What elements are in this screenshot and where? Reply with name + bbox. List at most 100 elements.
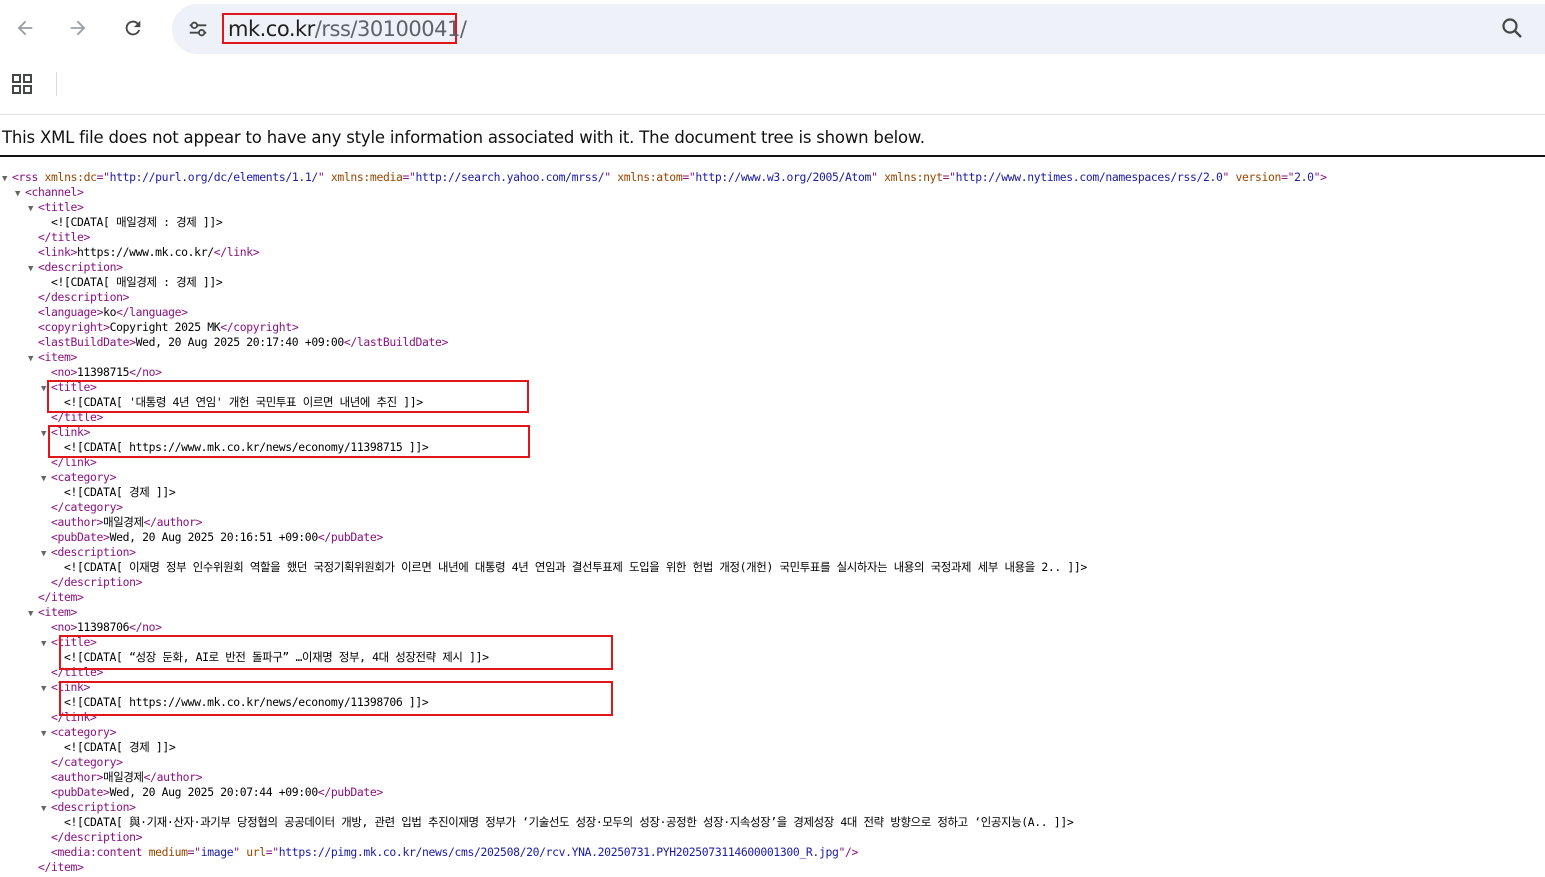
xml-line: </category>: [41, 755, 123, 770]
xml-tag: <author>: [51, 515, 104, 529]
xml-tag: <description>: [51, 545, 136, 559]
bookmarks-separator: [56, 72, 57, 96]
collapse-triangle-icon[interactable]: ▼: [28, 202, 38, 217]
xml-line: ▼ <category>: [41, 725, 116, 740]
xml-line: <![CDATA[ 매일경제 : 경제 ]]>: [41, 215, 223, 230]
xml-line: <![CDATA[ https://www.mk.co.kr/news/econ…: [54, 695, 429, 710]
xml-txt: <![CDATA[ 매일경제 : 경제 ]]>: [51, 215, 223, 229]
xml-aval: https://pimg.mk.co.kr/news/cms/202508/20…: [278, 845, 839, 859]
xml-txt: <![CDATA[ 경제 ]]>: [64, 740, 176, 754]
xml-tag: <category>: [51, 470, 117, 484]
xml-style-notice: This XML file does not appear to have an…: [2, 128, 925, 147]
collapse-triangle-icon[interactable]: ▼: [41, 727, 51, 742]
xml-tag: <media:content: [51, 845, 149, 859]
xml-aval: http://purl.org/dc/elements/1.1/: [109, 170, 319, 184]
collapse-triangle-icon[interactable]: ▼: [2, 172, 12, 187]
back-arrow-icon: [17, 20, 33, 36]
xml-line: <author>매일경제</author>: [41, 770, 203, 785]
xml-line: </item>: [28, 860, 84, 875]
collapse-triangle-icon[interactable]: ▼: [28, 352, 38, 367]
xml-line: </link>: [41, 710, 97, 725]
xml-line: ▼ <description>: [28, 260, 123, 275]
xml-line: ▼ <title>: [41, 635, 97, 650]
xml-aval: http://search.yahoo.com/mrss/: [415, 170, 605, 184]
collapse-triangle-icon[interactable]: ▼: [15, 187, 25, 202]
xml-line: <no>11398706</no>: [41, 620, 162, 635]
search-icon: [1502, 18, 1522, 38]
site-info-button[interactable]: [182, 13, 214, 45]
xml-line: <pubDate>Wed, 20 Aug 2025 20:16:51 +09:0…: [41, 530, 383, 545]
collapse-triangle-icon[interactable]: ▼: [41, 472, 51, 487]
xml-line: <author>매일경제</author>: [41, 515, 203, 530]
xml-line: ▼ <item>: [28, 605, 77, 620]
xml-txt: <![CDATA[ https://www.mk.co.kr/news/econ…: [64, 695, 429, 709]
xml-line: ▼ <channel>: [15, 185, 84, 200]
xml-tag: </pubDate>: [317, 530, 383, 544]
xml-tag: ">: [1313, 170, 1327, 184]
collapse-triangle-icon[interactable]: ▼: [41, 547, 51, 562]
xml-tag: =": [265, 845, 279, 859]
xml-aval: 2.0: [1294, 170, 1314, 184]
xml-tag: <author>: [51, 770, 104, 784]
xml-tag: </author>: [143, 515, 203, 529]
url-host: mk.co.kr: [228, 16, 315, 41]
xml-tag: </title>: [38, 230, 91, 244]
xml-line: </category>: [41, 500, 123, 515]
xml-txt: <![CDATA[ “성장 둔화, AI로 반전 돌파구” …이재명 정부, 4…: [64, 650, 489, 664]
xml-line: ▼ <description>: [41, 545, 136, 560]
xml-txt: <![CDATA[ '대통령 4년 연임' 개헌 국민투표 이르면 내년에 추진…: [64, 395, 423, 409]
xml-tag: =": [1281, 170, 1295, 184]
xml-tag: <title>: [38, 200, 84, 214]
xml-tag: </description>: [38, 290, 130, 304]
xml-line: <![CDATA[ 이재명 정부 인수위원회 역할을 했던 국정기획위원회가 이…: [54, 560, 1087, 575]
xml-tag: </language>: [116, 305, 188, 319]
xml-tag: </category>: [51, 500, 123, 514]
collapse-triangle-icon[interactable]: ▼: [41, 637, 51, 652]
forward-button[interactable]: [62, 12, 94, 44]
xml-line: <media:content medium="image" url="https…: [41, 845, 858, 860]
xml-tag: ": [604, 170, 618, 184]
xml-line: <copyright>Copyright 2025 MK</copyright>: [28, 320, 299, 335]
collapse-triangle-icon[interactable]: ▼: [28, 607, 38, 622]
tune-icon: [189, 21, 207, 37]
xml-tag: ": [871, 170, 885, 184]
xml-tag: ": [317, 170, 331, 184]
xml-tag: <language>: [38, 305, 104, 319]
xml-tag: <link>: [51, 680, 91, 694]
xml-line: <link>https://www.mk.co.kr/</link>: [28, 245, 260, 260]
xml-tag: </link>: [213, 245, 260, 259]
apps-button[interactable]: [8, 70, 36, 98]
xml-txt: Copyright 2025 MK: [109, 320, 221, 334]
xml-tag: =": [402, 170, 416, 184]
reload-button[interactable]: [117, 12, 149, 44]
xml-tag: <pubDate>: [51, 530, 110, 544]
xml-tag: <link>: [51, 425, 91, 439]
collapse-triangle-icon[interactable]: ▼: [41, 802, 51, 817]
collapse-triangle-icon[interactable]: ▼: [41, 427, 51, 442]
collapse-triangle-icon[interactable]: ▼: [41, 382, 51, 397]
search-button[interactable]: [1496, 12, 1528, 44]
xml-line: <no>11398715</no>: [41, 365, 162, 380]
browser-toolbar: mk.co.kr/rss/30100041/: [0, 0, 1545, 58]
xml-txt: ko: [103, 305, 117, 319]
xml-txt: Wed, 20 Aug 2025 20:07:44 +09:00: [109, 785, 319, 799]
xml-tag: =": [682, 170, 696, 184]
xml-txt: 11398706: [77, 620, 130, 634]
xml-line: </link>: [41, 455, 97, 470]
xml-tag: </description>: [51, 830, 143, 844]
xml-tag: <item>: [38, 605, 78, 619]
xml-line: <![CDATA[ 경제 ]]>: [54, 485, 176, 500]
back-button[interactable]: [9, 12, 41, 44]
xml-tag: </link>: [51, 710, 97, 724]
xml-tag: </link>: [51, 455, 97, 469]
address-bar-url[interactable]: mk.co.kr/rss/30100041/: [222, 13, 467, 44]
xml-aval: http://www.w3.org/2005/Atom: [695, 170, 872, 184]
xml-line: <![CDATA[ 與·기재·산자·과기부 당정협의 공공데이터 개방, 관련 …: [54, 815, 1074, 830]
xml-line: <![CDATA[ https://www.mk.co.kr/news/econ…: [54, 440, 429, 455]
collapse-triangle-icon[interactable]: ▼: [41, 682, 51, 697]
xml-attr: xmlns:nyt: [884, 170, 943, 184]
forward-arrow-icon: [70, 20, 86, 36]
xml-txt: <![CDATA[ 與·기재·산자·과기부 당정협의 공공데이터 개방, 관련 …: [64, 815, 1074, 829]
xml-tag: <item>: [38, 350, 78, 364]
collapse-triangle-icon[interactable]: ▼: [28, 262, 38, 277]
